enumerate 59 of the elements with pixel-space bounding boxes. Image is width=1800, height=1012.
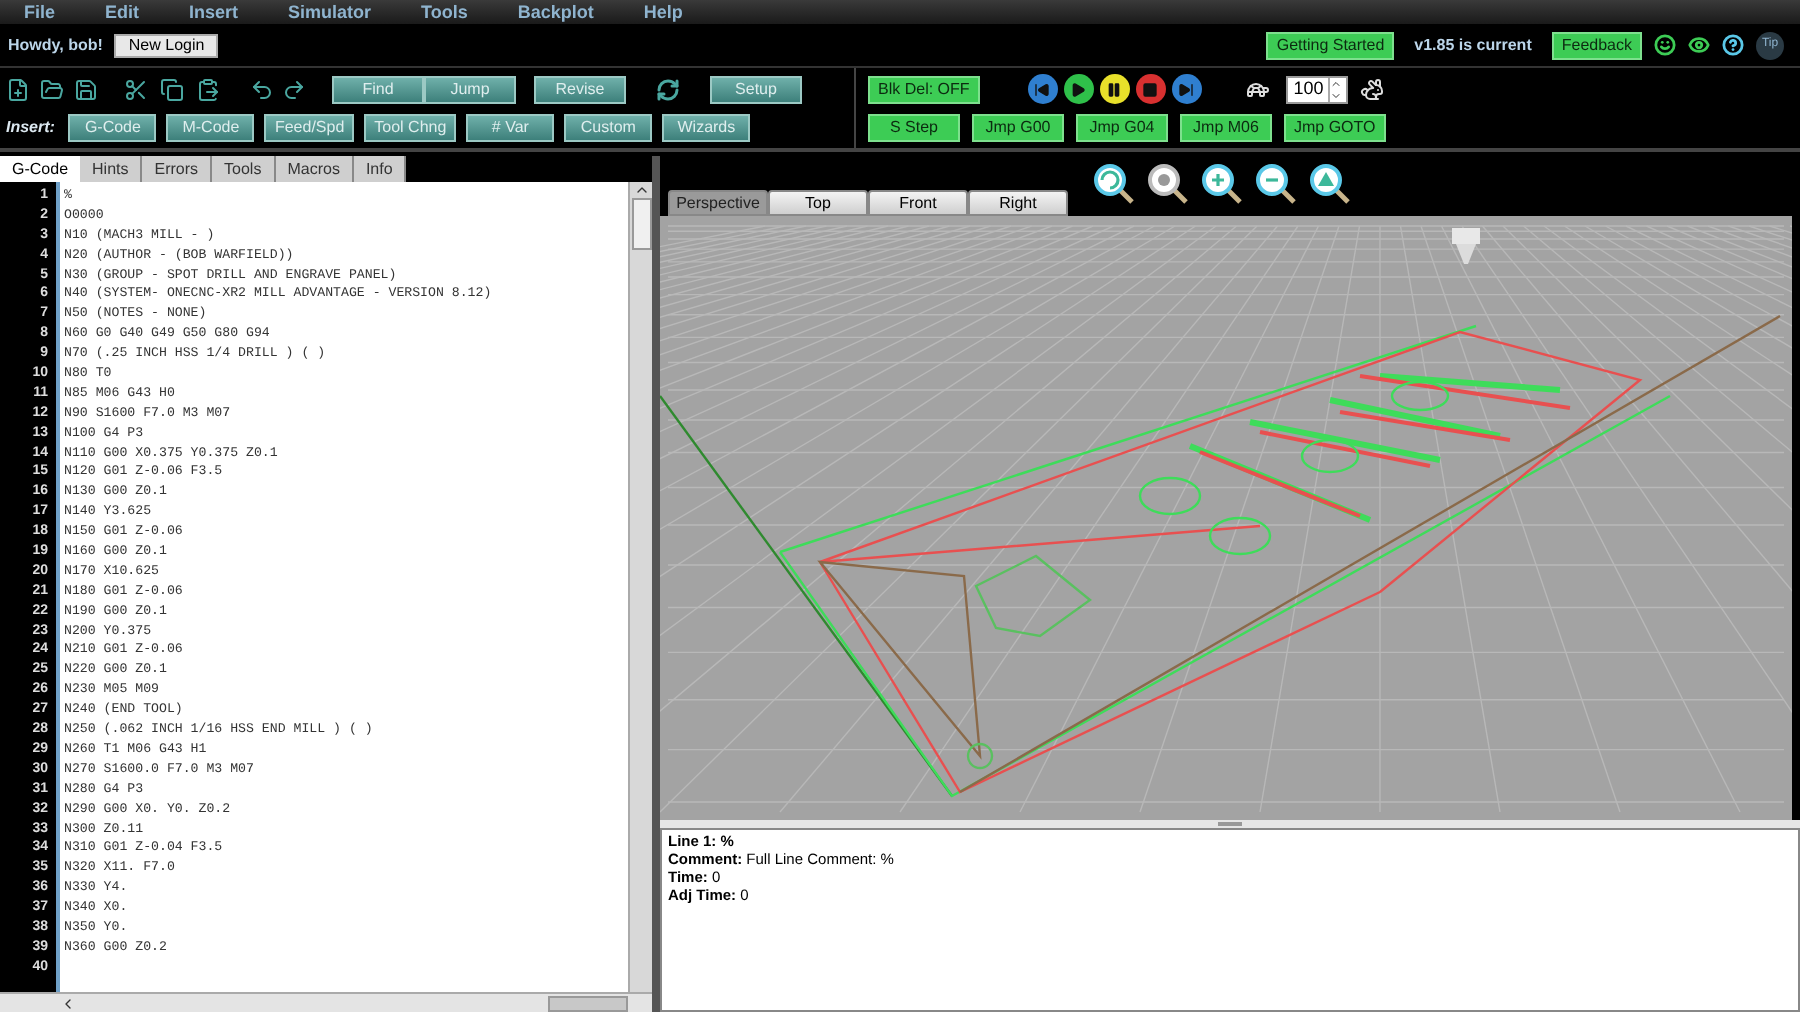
vertical-scrollbar[interactable]: [628, 182, 652, 992]
editor-tab[interactable]: G-Code: [0, 156, 81, 182]
smiley-icon[interactable]: [1654, 34, 1676, 56]
block-delete-button[interactable]: Blk Del: OFF: [868, 75, 980, 103]
menu-item[interactable]: File: [24, 3, 56, 21]
insert-label: Insert:: [6, 115, 55, 139]
spin-down-icon[interactable]: [1329, 89, 1342, 101]
simulator-button[interactable]: Jmp M06: [1180, 114, 1272, 142]
refresh-icon[interactable]: [656, 77, 680, 101]
simulator-button[interactable]: Jmp G00: [972, 114, 1064, 142]
editor-tab[interactable]: Macros: [275, 156, 354, 182]
pause-icon[interactable]: [1099, 74, 1130, 104]
cut-icon[interactable]: [124, 77, 148, 101]
splitter-handle[interactable]: [1218, 822, 1242, 826]
skip-end-icon[interactable]: [1171, 74, 1202, 104]
save-icon[interactable]: [74, 77, 98, 101]
menu-item[interactable]: Tools: [421, 3, 468, 21]
simulator-button[interactable]: S Step: [868, 114, 960, 142]
simulator-button[interactable]: Jmp G04: [1076, 114, 1168, 142]
scroll-left-icon[interactable]: [60, 995, 76, 1011]
menu-item[interactable]: Simulator: [288, 3, 372, 21]
help-icon[interactable]: [1722, 34, 1744, 56]
version-text: v1.85 is current: [1414, 33, 1532, 57]
scroll-thumb[interactable]: [631, 198, 651, 250]
stop-icon[interactable]: [1135, 74, 1166, 104]
menu-item[interactable]: Help: [643, 3, 683, 21]
scroll-thumb[interactable]: [548, 995, 628, 1011]
rewind-icon[interactable]: [1027, 74, 1058, 104]
spin-up-icon[interactable]: [1329, 77, 1342, 89]
view-tab[interactable]: Right: [968, 190, 1068, 216]
eye-icon[interactable]: [1688, 34, 1710, 56]
menu-item[interactable]: Insert: [189, 3, 239, 21]
simulator-button[interactable]: Jmp GOTO: [1284, 114, 1386, 142]
copy-icon[interactable]: [160, 77, 184, 101]
speed-field[interactable]: 100: [1285, 75, 1348, 103]
greeting-text: Howdy, bob!: [8, 33, 103, 57]
horizontal-scrollbar[interactable]: [0, 992, 652, 1012]
view-tab[interactable]: Top: [768, 190, 868, 216]
new-file-icon[interactable]: [6, 77, 30, 101]
feedback-button[interactable]: Feedback: [1551, 31, 1642, 59]
editor-tab[interactable]: Errors: [142, 156, 213, 182]
editor-tab[interactable]: Tools: [212, 156, 276, 182]
turtle-icon: [1245, 77, 1270, 101]
view-tab[interactable]: Perspective: [668, 190, 768, 216]
scroll-up-icon[interactable]: [633, 182, 649, 198]
play-icon[interactable]: [1063, 74, 1094, 104]
redo-icon[interactable]: [282, 77, 306, 101]
new-login-button[interactable]: New Login: [114, 33, 219, 57]
view-tab[interactable]: Front: [868, 190, 968, 216]
spindle-drawing: [1452, 228, 1480, 264]
menu-item[interactable]: Edit: [105, 3, 140, 21]
open-folder-icon[interactable]: [40, 77, 64, 101]
getting-started-button[interactable]: Getting Started: [1266, 31, 1395, 59]
rabbit-icon: [1359, 77, 1384, 101]
editor-tab[interactable]: Info: [353, 156, 407, 182]
undo-icon[interactable]: [250, 77, 274, 101]
paste-icon[interactable]: [196, 77, 220, 101]
menu-item[interactable]: Backplot: [517, 3, 594, 21]
editor-tab[interactable]: Hints: [80, 156, 143, 182]
